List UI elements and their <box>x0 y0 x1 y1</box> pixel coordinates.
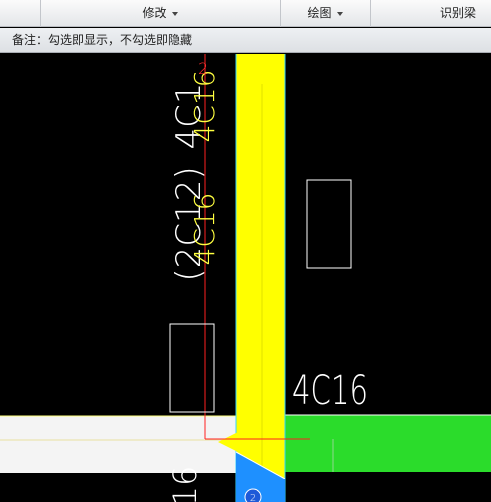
column-body[interactable] <box>236 54 285 502</box>
ribbon-group-label: 修改 <box>142 6 167 20</box>
badge-number: 2 <box>250 493 256 502</box>
ribbon-separator <box>370 0 371 27</box>
axis-marker-number: 2 <box>198 59 208 78</box>
beam-band[interactable] <box>0 416 236 473</box>
ribbon-group-label: 绘图 <box>307 6 332 20</box>
cad-canvas[interactable]: 2 4C1 4C16 (2C12) 4C16 16 2 4C16 <box>0 54 491 502</box>
note-text: 备注：勾选即显示，不勾选即隐藏 <box>12 33 193 47</box>
rebar-label-group-top-yellow: 4C16 <box>188 70 221 143</box>
rebar-label-top-yellow[interactable]: 4C16 <box>188 70 221 143</box>
slab-region[interactable] <box>285 415 491 472</box>
chevron-down-icon <box>336 11 343 16</box>
ribbon-group-identify-beam[interactable]: 识别梁 <box>440 0 491 27</box>
rebar-label-mid-yellow[interactable]: 4C16 <box>188 193 221 266</box>
rebar-label-group-bottom: 16 <box>166 466 204 502</box>
note-bar: 备注：勾选即显示，不勾选即隐藏 <box>0 28 491 53</box>
rebar-label-group-mid-yellow: 4C16 <box>188 193 221 266</box>
ribbon-group-label: 识别梁 <box>440 6 477 20</box>
rebar-label-right[interactable]: 4C16 <box>292 368 368 414</box>
opening-rect-left[interactable] <box>169 323 215 413</box>
cad-drawing: 2 4C1 4C16 (2C12) 4C16 16 2 4C16 <box>0 54 491 502</box>
rebar-label-bottom-white[interactable]: 16 <box>166 466 204 502</box>
ribbon-group-modify[interactable]: 修改 <box>40 0 280 27</box>
ribbon-group-draw[interactable]: 绘图 <box>280 0 370 27</box>
opening-rect-right[interactable] <box>306 179 352 269</box>
ribbon-toolbar: 修改 绘图 识别梁 <box>0 0 491 27</box>
chevron-down-icon <box>171 11 178 16</box>
